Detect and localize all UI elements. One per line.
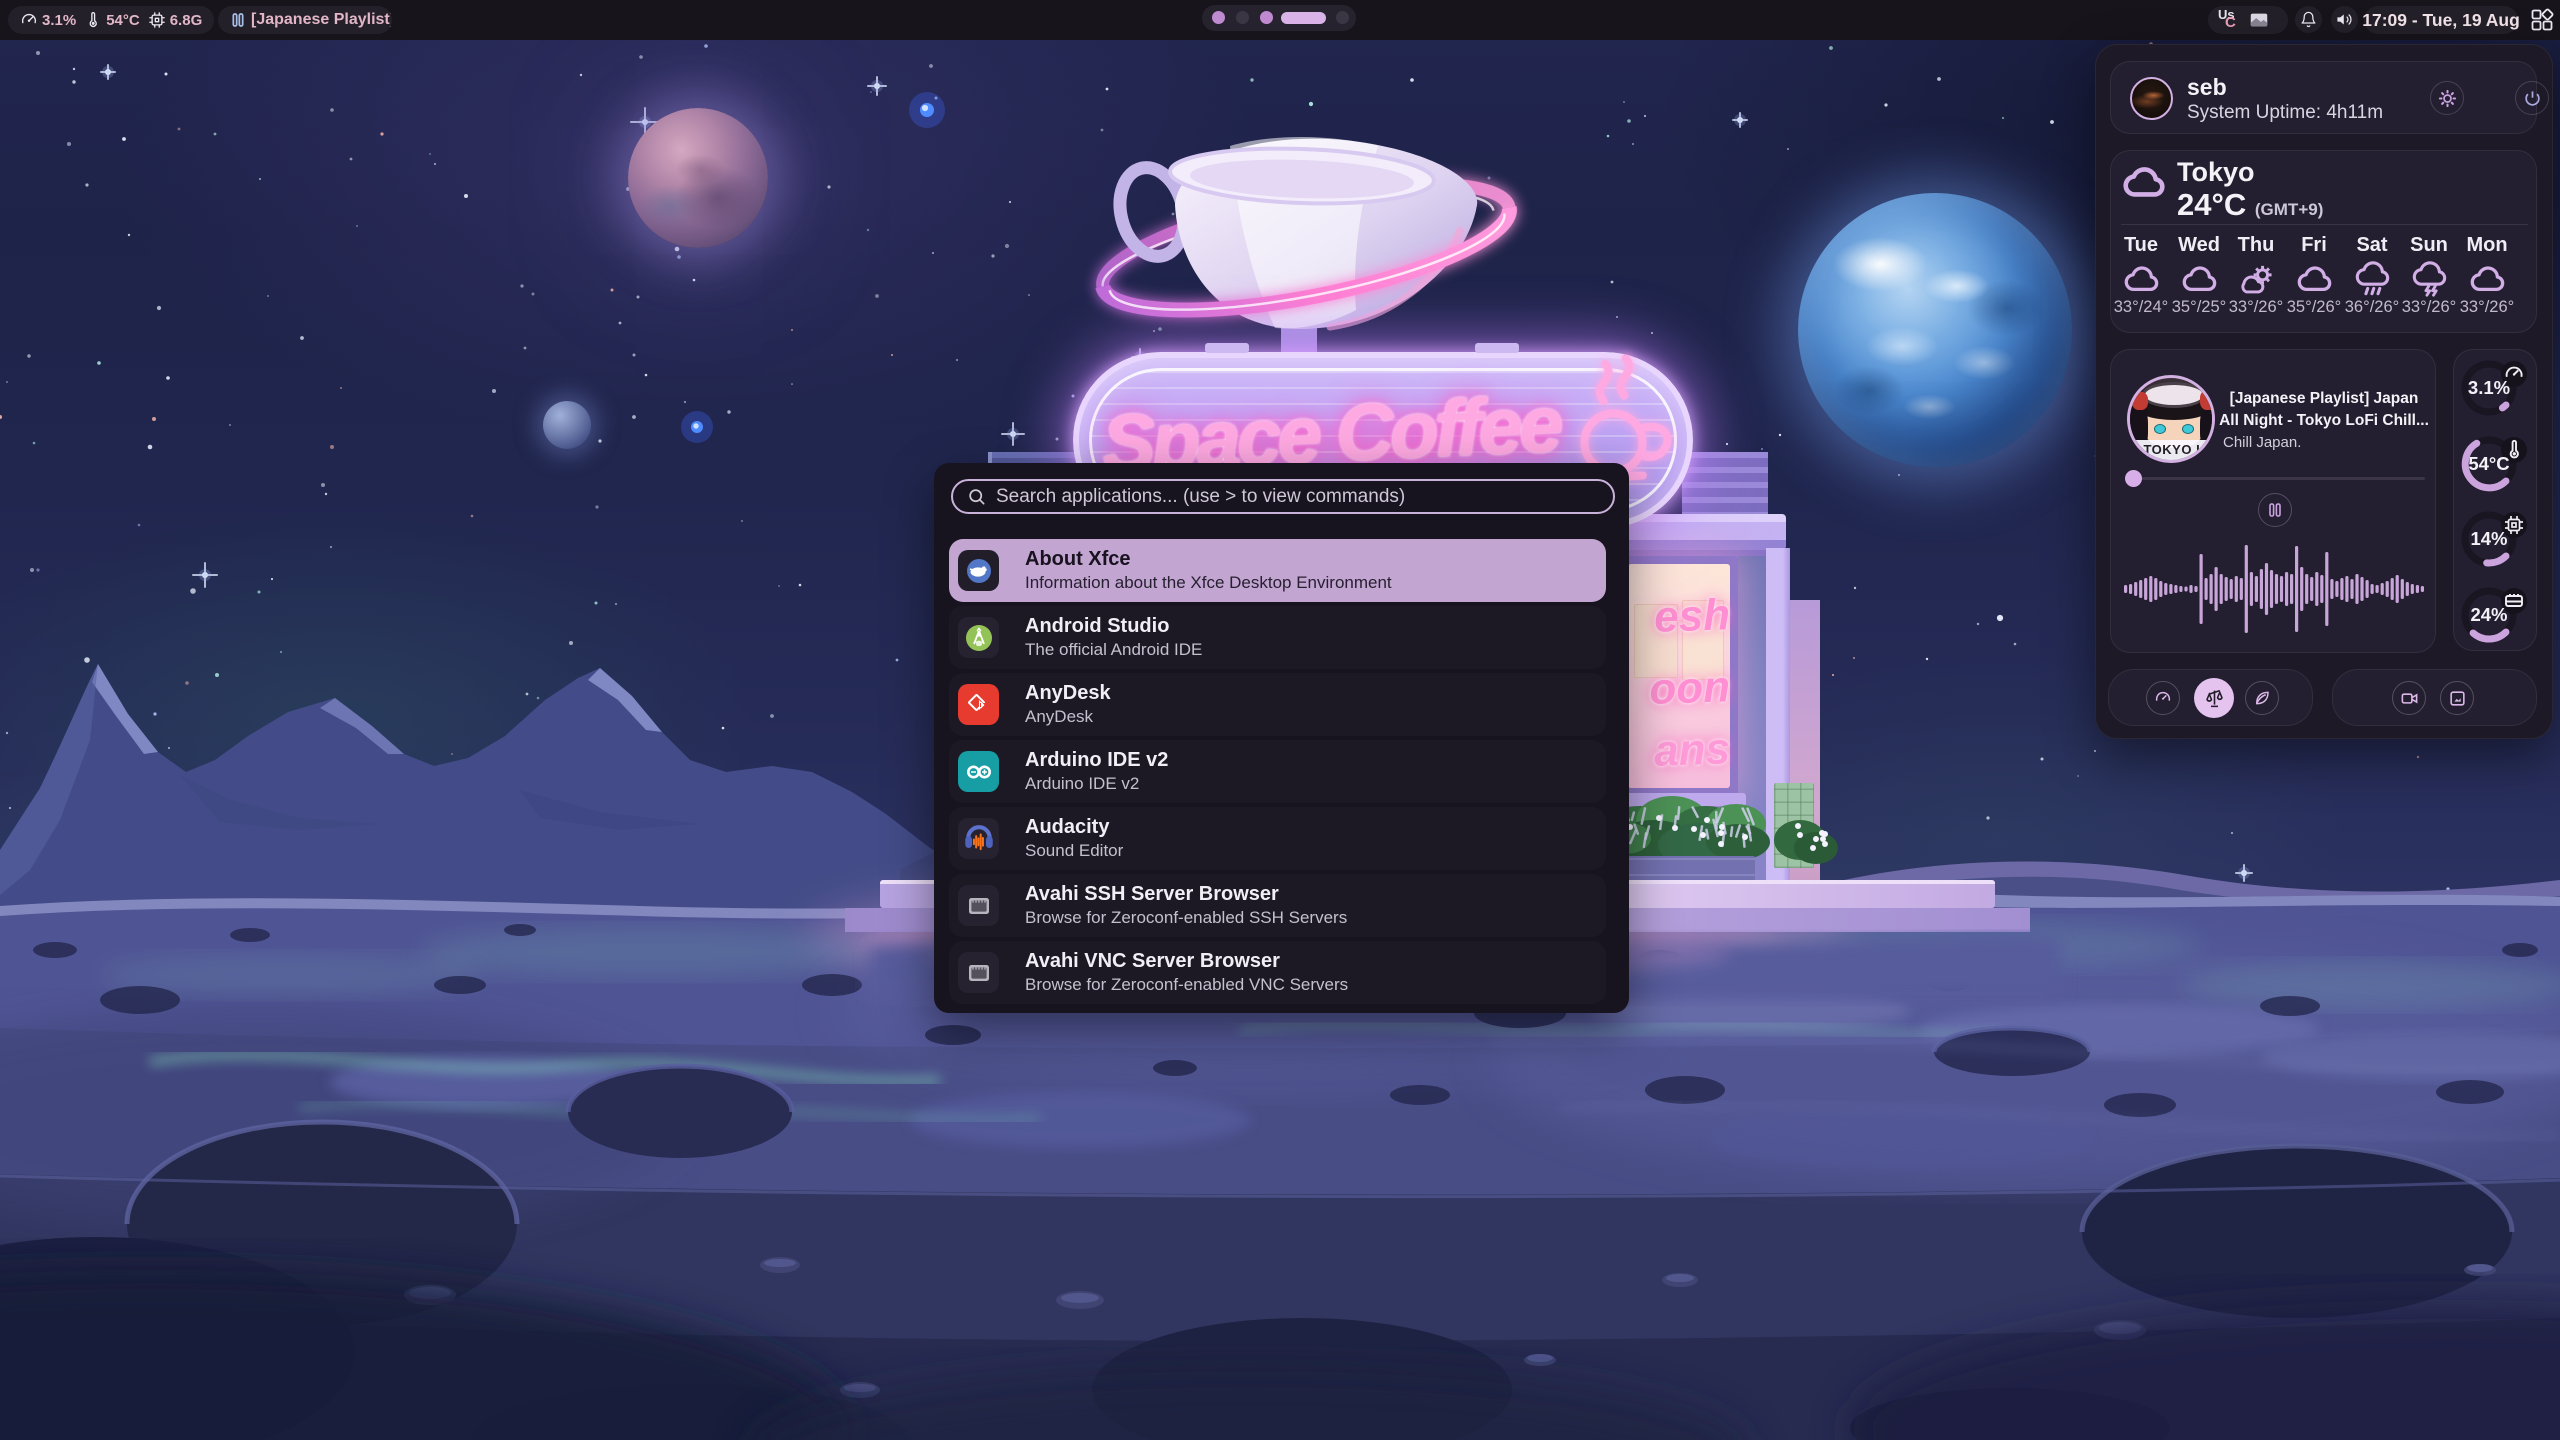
svg-text:3.1%: 3.1% — [2468, 377, 2510, 398]
svg-text:14%: 14% — [2470, 528, 2507, 549]
svg-text:24%: 24% — [2470, 604, 2507, 625]
svg-text:54°C: 54°C — [2468, 453, 2509, 474]
